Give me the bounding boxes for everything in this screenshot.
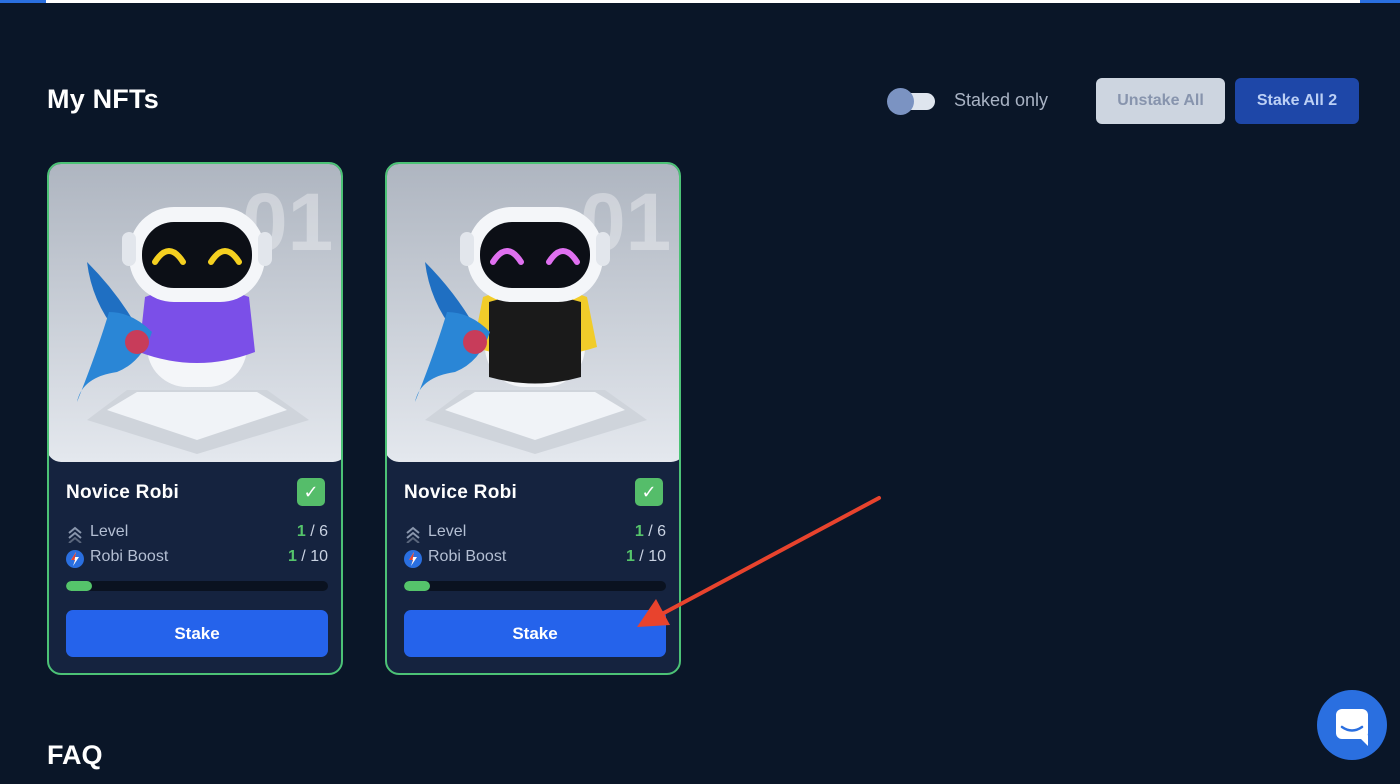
faq-heading: FAQ <box>47 740 103 770</box>
selected-checkbox[interactable]: ✓ <box>635 478 663 506</box>
boost-value: 1 / 10 <box>287 548 328 565</box>
top-progress-line <box>0 0 1400 3</box>
nft-image: 01 <box>387 164 679 462</box>
unstake-all-button[interactable]: Unstake All <box>1096 78 1225 124</box>
level-chevrons-icon <box>406 526 420 543</box>
lightning-icon <box>404 550 422 568</box>
boost-stat: Robi Boost 1 / 10 <box>404 548 666 570</box>
nft-name: Novice Robi <box>404 482 518 503</box>
boost-stat: Robi Boost 1 / 10 <box>66 548 328 570</box>
staked-only-label: Staked only <box>954 90 1049 110</box>
nft-name: Novice Robi <box>66 482 180 503</box>
toggle-knob <box>887 88 914 115</box>
level-value: 1 / 6 <box>296 523 328 540</box>
level-value: 1 / 6 <box>634 523 666 540</box>
level-stat: Level 1 / 6 <box>404 523 666 545</box>
selected-checkbox[interactable]: ✓ <box>297 478 325 506</box>
boost-label: Robi Boost <box>90 548 169 565</box>
level-label: Level <box>90 523 129 540</box>
vest <box>489 295 581 384</box>
boost-label: Robi Boost <box>428 548 507 565</box>
level-label: Level <box>428 523 467 540</box>
nft-image: 01 <box>49 164 341 462</box>
chat-launcher-button[interactable] <box>1317 690 1387 760</box>
level-progress-bar <box>66 581 328 591</box>
lightning-icon <box>66 550 84 568</box>
boost-value: 1 / 10 <box>625 548 666 565</box>
staked-only-toggle[interactable] <box>887 88 935 115</box>
progress-fill <box>404 581 431 591</box>
chat-icon <box>1336 709 1368 746</box>
stake-all-button[interactable]: Stake All 2 <box>1235 78 1359 124</box>
stake-button[interactable]: Stake <box>404 610 666 657</box>
stake-button[interactable]: Stake <box>66 610 328 657</box>
nft-card: 01 Novice Robi ✓ Level 1 / 6 Robi Boost … <box>47 162 343 675</box>
level-chevrons-icon <box>68 526 82 543</box>
level-progress-bar <box>404 581 666 591</box>
level-stat: Level 1 / 6 <box>66 523 328 545</box>
page-title: My NFTs <box>47 84 159 114</box>
progress-fill <box>66 581 93 591</box>
nft-card: 01 Novice Robi ✓ Level 1 / 6 Robi Boost … <box>385 162 681 675</box>
